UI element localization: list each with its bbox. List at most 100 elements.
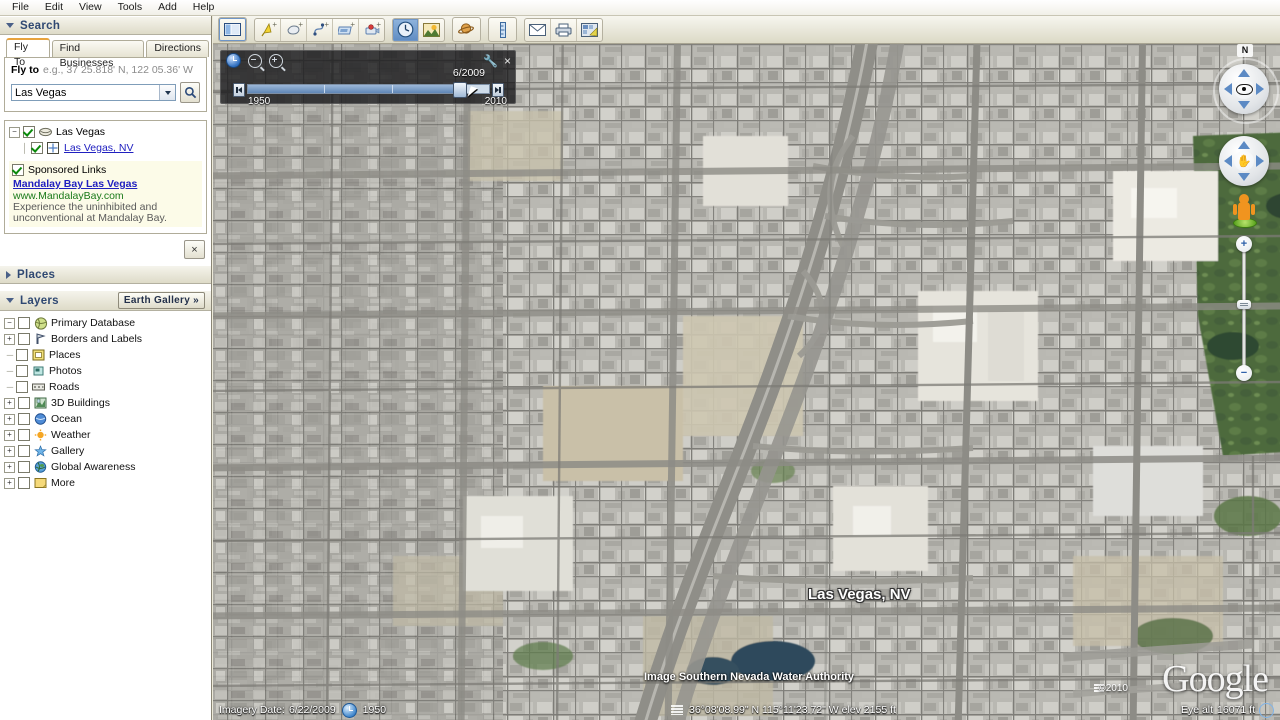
zoom-slider[interactable]: + − [1236,236,1252,381]
layer-checkbox[interactable] [16,349,28,361]
look-right-arrow-icon[interactable] [1256,83,1264,95]
layer-checkbox[interactable] [18,445,30,457]
look-left-arrow-icon[interactable] [1224,83,1232,95]
zoom-out-button[interactable]: − [1236,365,1252,381]
globe-status-icon[interactable] [1259,703,1274,718]
move-joystick-hub[interactable]: ✋ [1234,151,1254,171]
time-slider-handle[interactable] [453,82,467,98]
search-input[interactable] [12,84,159,101]
layer-row-more[interactable]: +More [4,475,211,491]
collapse-expander-icon[interactable]: − [9,127,20,138]
historical-imagery-button[interactable] [393,19,419,41]
email-button[interactable] [525,19,551,41]
layer-checkbox[interactable] [16,365,28,377]
look-up-arrow-icon[interactable] [1238,69,1250,77]
layer-checkbox[interactable] [18,413,30,425]
zoom-in-button[interactable]: + [1236,236,1252,252]
places-panel-header[interactable]: Places [0,265,211,284]
layer-expander-icon[interactable]: + [4,398,15,409]
layers-panel-header[interactable]: Layers Earth Gallery » [0,290,211,311]
tab-directions[interactable]: Directions [146,40,209,57]
layer-row-gallery[interactable]: +Gallery [4,443,211,459]
menu-view[interactable]: View [71,0,110,15]
layer-row-ocean[interactable]: +Ocean [4,411,211,427]
result-item-checkbox[interactable] [31,142,43,154]
menu-file[interactable]: File [4,0,37,15]
layer-row-photos[interactable]: ─Photos [4,363,211,379]
toggle-sidebar-button[interactable] [218,17,247,42]
layer-row-borders-and-labels[interactable]: +Borders and Labels [4,331,211,347]
earth-gallery-button[interactable]: Earth Gallery » [118,292,205,309]
menu-help[interactable]: Help [185,0,223,15]
look-down-arrow-icon[interactable] [1238,101,1250,109]
primary-database-checkbox[interactable] [18,317,30,329]
layer-expander-icon[interactable]: + [4,414,15,425]
menu-add[interactable]: Add [150,0,185,15]
menu-edit[interactable]: Edit [37,0,71,15]
zoom-in-icon[interactable] [269,54,283,68]
layer-checkbox[interactable] [18,429,30,441]
ad-title-link[interactable]: Mandalay Bay Las Vegas [13,178,199,190]
layer-checkbox[interactable] [18,333,30,345]
add-path-button[interactable]: + [307,19,333,41]
sponsored-links-checkbox[interactable] [12,164,24,176]
layer-row-global-awareness[interactable]: +Global Awareness [4,459,211,475]
look-joystick[interactable] [1219,64,1269,114]
time-slider-close-icon[interactable]: × [504,54,511,68]
move-left-arrow-icon[interactable] [1224,155,1232,167]
street-view-pegman[interactable] [1233,194,1255,228]
north-indicator[interactable]: N [1237,44,1253,57]
time-slider-track-wrap[interactable] [247,83,490,95]
search-panel-header[interactable]: Search [0,16,211,35]
layer-row-roads[interactable]: ─Roads [4,379,211,395]
status-clock-icon[interactable] [342,703,357,718]
time-slider-first-button[interactable] [233,83,245,97]
layer-row-3d-buildings[interactable]: +3D Buildings [4,395,211,411]
layer-expander-icon[interactable]: + [4,462,15,473]
layer-row-places[interactable]: ─Places [4,347,211,363]
close-results-button[interactable]: × [184,240,205,259]
add-image-overlay-button[interactable]: + [333,19,359,41]
satellite-imagery[interactable] [213,16,1280,720]
move-up-arrow-icon[interactable] [1238,141,1250,149]
primary-database-expander-icon[interactable]: − [4,318,15,329]
planets-button[interactable] [452,17,481,42]
layer-checkbox[interactable] [18,461,30,473]
time-slider-panel[interactable]: 🔧 × 6/2009 1950 [220,50,516,104]
layer-checkbox[interactable] [18,477,30,489]
time-slider-last-button[interactable] [492,83,504,97]
layer-checkbox[interactable] [16,381,28,393]
layer-row-primary-database[interactable]: − Primary Database [4,315,211,331]
record-tour-button[interactable]: + [359,19,384,41]
move-down-arrow-icon[interactable] [1238,173,1250,181]
tab-fly-to[interactable]: Fly To [6,38,50,57]
ruler-button[interactable] [488,17,517,42]
layer-checkbox[interactable] [18,397,30,409]
layer-expander-icon[interactable]: + [4,478,15,489]
tab-find-businesses[interactable]: Find Businesses [52,40,145,57]
zoom-slider-handle[interactable] [1237,300,1251,309]
result-root-row[interactable]: − Las Vegas [9,125,202,139]
map-viewport[interactable]: Las Vegas, NV Image Southern Nevada Wate… [213,16,1280,720]
layer-expander-icon[interactable]: + [4,334,15,345]
zoom-out-icon[interactable] [248,54,262,68]
historical-imagery-clock-icon[interactable] [226,53,241,68]
search-dropdown-button[interactable] [159,85,175,100]
search-button[interactable] [180,82,200,103]
add-polygon-button[interactable]: + [281,19,307,41]
add-placemark-button[interactable]: + [255,19,281,41]
layer-expander-icon[interactable]: + [4,446,15,457]
result-item-row[interactable]: │ Las Vegas, NV [9,141,202,155]
search-combobox[interactable] [11,84,176,101]
move-right-arrow-icon[interactable] [1256,155,1264,167]
layer-row-weather[interactable]: +Weather [4,427,211,443]
result-item-label[interactable]: Las Vegas, NV [64,142,133,154]
options-wrench-icon[interactable]: 🔧 [483,54,498,68]
save-image-button[interactable] [577,19,602,41]
sponsored-links-row[interactable]: Sponsored Links [12,163,199,177]
move-joystick[interactable]: ✋ [1219,136,1269,186]
layer-expander-icon[interactable]: + [4,430,15,441]
menu-tools[interactable]: Tools [110,0,151,15]
sunlight-button[interactable] [419,19,444,41]
look-joystick-hub[interactable] [1234,79,1254,99]
